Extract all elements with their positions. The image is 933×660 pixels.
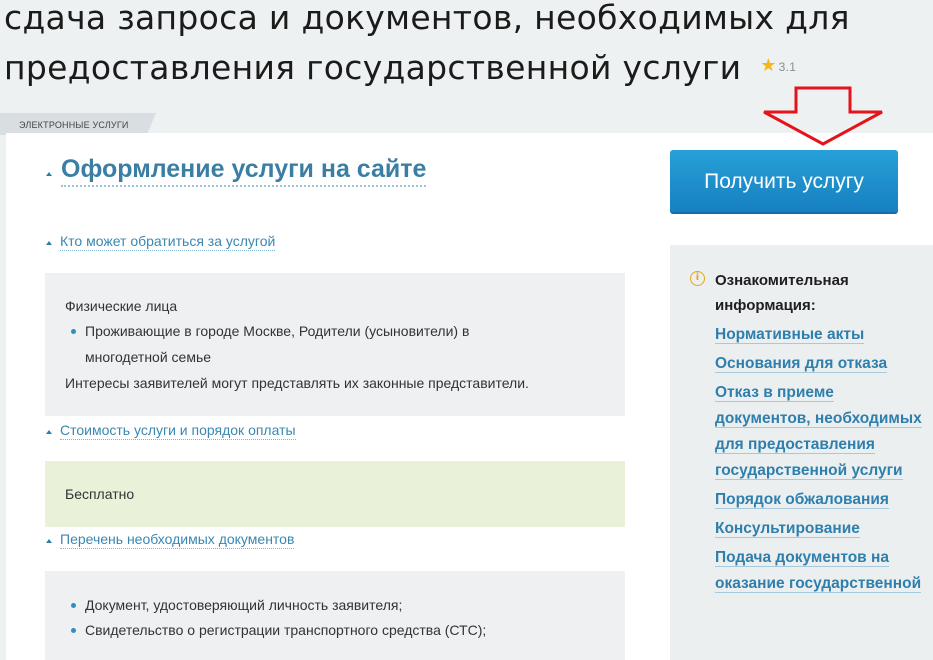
applicant-category: Проживающие в городе Москве, Родители (у… <box>85 323 470 339</box>
caret-up-icon <box>46 171 52 176</box>
star-icon: ★ <box>760 55 777 76</box>
info-panel-title: Ознакомительная информация: <box>715 272 849 314</box>
accordion-title: Стоимость услуги и порядок оплаты <box>60 422 296 440</box>
caret-up-icon <box>46 539 52 543</box>
annotation-arrow-icon <box>763 86 883 146</box>
info-link-refusal-grounds[interactable]: Основания для отказа <box>715 351 930 377</box>
caret-up-icon <box>46 430 52 434</box>
section-tab-electronic-services[interactable]: ЭЛЕКТРОННЫЕ УСЛУГИ <box>0 113 156 135</box>
info-links: Нормативные акты Основания для отказа От… <box>715 322 930 600</box>
get-service-button[interactable]: Получить услугу <box>670 150 898 214</box>
info-link-consulting[interactable]: Консультирование <box>715 516 930 542</box>
accordion-documents[interactable]: Перечень необходимых документов <box>46 531 295 549</box>
accordion-cost[interactable]: Стоимость услуги и порядок оплаты <box>46 422 296 440</box>
caret-up-icon <box>46 241 52 245</box>
representatives-note: Интересы заявителей могут представлять и… <box>65 375 529 391</box>
rating: ★ 3.1 <box>760 36 796 91</box>
applicant-type: Физические лица <box>65 298 178 314</box>
bullet-icon <box>71 603 76 608</box>
bullet-icon <box>71 329 76 334</box>
cost-value: Бесплатно <box>65 486 135 502</box>
accordion-who-can-apply[interactable]: Кто может обратиться за услугой <box>46 233 276 251</box>
info-link-regulations[interactable]: Нормативные акты <box>715 322 930 348</box>
page-title: сдача запроса и документов, необходимых … <box>4 0 929 97</box>
document-item: Свидетельство о регистрации транспортног… <box>85 622 487 638</box>
document-item: Документ, удостоверяющий личность заявит… <box>85 597 403 613</box>
info-link-appeal-procedure[interactable]: Порядок обжалования <box>715 487 930 513</box>
service-heading-text: Оформление услуги на сайте <box>61 154 427 187</box>
accordion-title: Кто может обратиться за услугой <box>60 233 276 251</box>
documents-panel: Документ, удостоверяющий личность заявит… <box>45 571 625 660</box>
info-link-document-refusal[interactable]: Отказ в приеме документов, необходимых д… <box>715 380 930 484</box>
rating-value: 3.1 <box>778 60 797 74</box>
page-title-text: сдача запроса и документов, необходимых … <box>4 0 850 87</box>
who-can-apply-panel: Физические лица Проживающие в городе Мос… <box>45 273 625 416</box>
applicant-category-cont: многодетной семье <box>85 349 212 365</box>
info-link-document-submission[interactable]: Подача документов на оказание государств… <box>715 545 930 597</box>
cost-panel: Бесплатно <box>45 461 625 527</box>
info-circle-icon: i <box>690 271 705 286</box>
bullet-icon <box>71 628 76 633</box>
accordion-title: Перечень необходимых документов <box>60 531 295 549</box>
service-heading[interactable]: Оформление услуги на сайте <box>46 154 427 187</box>
